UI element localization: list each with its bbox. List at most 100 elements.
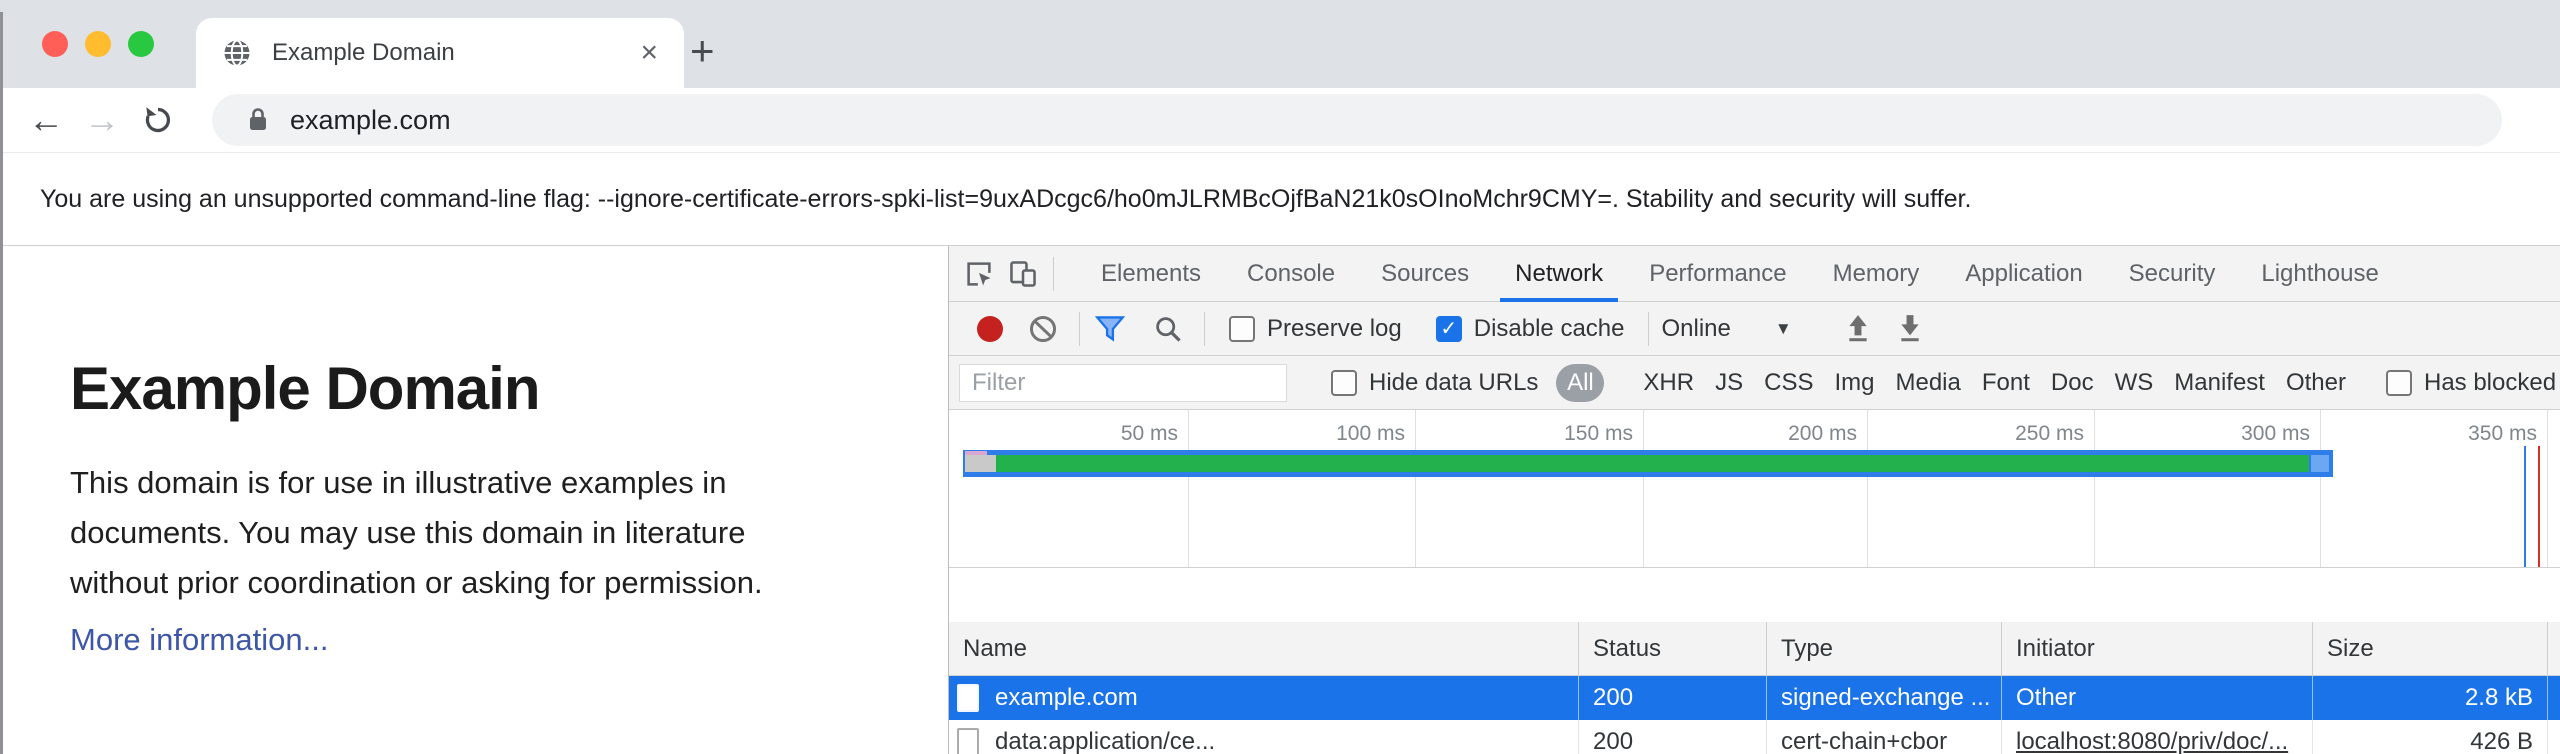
gridline [2547, 410, 2548, 567]
filter-type-font[interactable]: Font [1982, 369, 2030, 397]
filter-type-ws[interactable]: WS [2115, 369, 2154, 397]
divider [1204, 312, 1205, 346]
new-tab-button[interactable]: + [690, 30, 715, 72]
tab-lighthouse[interactable]: Lighthouse [2238, 246, 2401, 302]
filter-input[interactable] [959, 364, 1287, 402]
gridline [1643, 410, 1644, 567]
table-row[interactable]: example.com 200 signed-exchange ... Othe… [949, 676, 2560, 720]
import-har-icon[interactable] [1836, 307, 1880, 351]
window-close-button[interactable] [42, 31, 68, 57]
hide-data-urls-label[interactable]: Hide data URLs [1369, 369, 1538, 397]
divider [1053, 257, 1054, 291]
window-edge [0, 12, 3, 754]
url-text[interactable]: example.com [290, 105, 451, 136]
column-header-status[interactable]: Status [1579, 622, 1767, 675]
overview-waterfall-bar[interactable] [963, 450, 2333, 477]
request-name: example.com [995, 684, 1138, 712]
has-blocked-cookie-checkbox[interactable] [2386, 370, 2412, 396]
record-network-log-icon[interactable] [977, 316, 1003, 342]
tab-close-icon[interactable]: × [640, 38, 658, 68]
warning-text: You are using an unsupported command-lin… [40, 185, 1971, 214]
gridline [1867, 410, 1868, 567]
export-har-icon[interactable] [1888, 307, 1932, 351]
tick-label: 100 ms [1245, 422, 1405, 446]
unsupported-flag-warning-bar: You are using an unsupported command-lin… [0, 152, 2560, 246]
network-filter-bar: Hide data URLs All XHR JS CSS Img Media … [949, 356, 2560, 410]
request-size: 2.8 kB [2313, 676, 2548, 720]
browser-tab[interactable]: Example Domain × [196, 18, 684, 88]
divider [1648, 312, 1649, 346]
has-blocked-cookie-label[interactable]: Has blocked cookie [2424, 369, 2560, 397]
reload-icon[interactable] [130, 103, 186, 137]
tab-elements[interactable]: Elements [1078, 246, 1224, 302]
browser-window: Example Domain × + ← → example.com You a… [0, 0, 2560, 754]
row-stub [2548, 720, 2560, 754]
throttling-select[interactable]: Online [1661, 315, 1730, 343]
filter-type-img[interactable]: Img [1834, 369, 1874, 397]
web-page: Example Domain This domain is for use in… [0, 246, 948, 754]
table-header-row: Name Status Type Initiator Size [949, 622, 2560, 676]
filter-type-other[interactable]: Other [2286, 369, 2346, 397]
gridline [2320, 410, 2321, 567]
column-header-size[interactable]: Size [2313, 622, 2548, 675]
preserve-log-label[interactable]: Preserve log [1267, 315, 1402, 343]
network-toolbar: Preserve log ✓ Disable cache Online ▼ [949, 302, 2560, 356]
browser-toolbar: ← → example.com [0, 88, 2560, 152]
disable-cache-label[interactable]: Disable cache [1474, 315, 1625, 343]
address-bar[interactable]: example.com [212, 94, 2502, 146]
tab-sources[interactable]: Sources [1358, 246, 1492, 302]
hide-data-urls-checkbox[interactable] [1331, 370, 1357, 396]
request-status: 200 [1579, 720, 1767, 754]
column-header-initiator[interactable]: Initiator [2002, 622, 2313, 675]
search-icon[interactable] [1146, 307, 1190, 351]
gridline [1188, 410, 1189, 567]
filter-type-all[interactable]: All [1556, 364, 1604, 402]
filter-type-js[interactable]: JS [1715, 369, 1743, 397]
page-paragraph: This domain is for use in illustrative e… [70, 458, 948, 608]
request-size: 426 B [2313, 720, 2548, 754]
content-area: Example Domain This domain is for use in… [0, 246, 2560, 754]
filter-type-manifest[interactable]: Manifest [2174, 369, 2265, 397]
clear-network-log-icon[interactable] [1021, 307, 1065, 351]
requests-table: Name Status Type Initiator Size example.… [949, 622, 2560, 754]
window-minimize-button[interactable] [85, 31, 111, 57]
request-type: signed-exchange ... [1767, 676, 2002, 720]
devtools-panel: Elements Console Sources Network Perform… [948, 246, 2560, 754]
filter-type-xhr[interactable]: XHR [1643, 369, 1694, 397]
network-overview-timeline[interactable]: 50 ms 100 ms 150 ms 200 ms 250 ms 300 ms… [949, 410, 2560, 568]
request-name: data:application/ce... [995, 728, 1215, 754]
tab-security[interactable]: Security [2106, 246, 2239, 302]
filter-type-doc[interactable]: Doc [2051, 369, 2094, 397]
document-icon [957, 728, 979, 754]
forward-icon[interactable]: → [74, 102, 130, 138]
favicon-globe-icon [222, 38, 252, 68]
tab-memory[interactable]: Memory [1810, 246, 1943, 302]
tab-console[interactable]: Console [1224, 246, 1358, 302]
more-information-link[interactable]: More information... [70, 622, 328, 658]
inspect-element-icon[interactable] [957, 252, 1001, 296]
tab-performance[interactable]: Performance [1626, 246, 1809, 302]
content-download-segment [996, 455, 2309, 472]
column-header-name[interactable]: Name [949, 622, 1579, 675]
back-icon[interactable]: ← [18, 102, 74, 138]
filter-type-media[interactable]: Media [1895, 369, 1960, 397]
tab-network[interactable]: Network [1492, 246, 1626, 302]
filter-type-css[interactable]: CSS [1764, 369, 1813, 397]
row-stub [2548, 676, 2560, 720]
disable-cache-checkbox[interactable]: ✓ [1436, 316, 1462, 342]
tick-label: 200 ms [1697, 422, 1857, 446]
request-initiator-link[interactable]: localhost:8080/priv/doc/... [2016, 728, 2288, 754]
gridline [1415, 410, 1416, 567]
domcontentloaded-marker [2524, 446, 2526, 568]
tab-application[interactable]: Application [1942, 246, 2105, 302]
window-zoom-button[interactable] [128, 31, 154, 57]
filter-funnel-icon[interactable] [1088, 307, 1132, 351]
chevron-down-icon[interactable]: ▼ [1775, 319, 1792, 339]
lock-icon[interactable] [246, 106, 270, 134]
request-initiator[interactable]: Other [2002, 676, 2313, 720]
preserve-log-checkbox[interactable] [1229, 316, 1255, 342]
column-header-type[interactable]: Type [1767, 622, 2002, 675]
device-toolbar-icon[interactable] [1001, 252, 1045, 296]
queueing-segment [965, 451, 987, 455]
table-row[interactable]: data:application/ce... 200 cert-chain+cb… [949, 720, 2560, 754]
